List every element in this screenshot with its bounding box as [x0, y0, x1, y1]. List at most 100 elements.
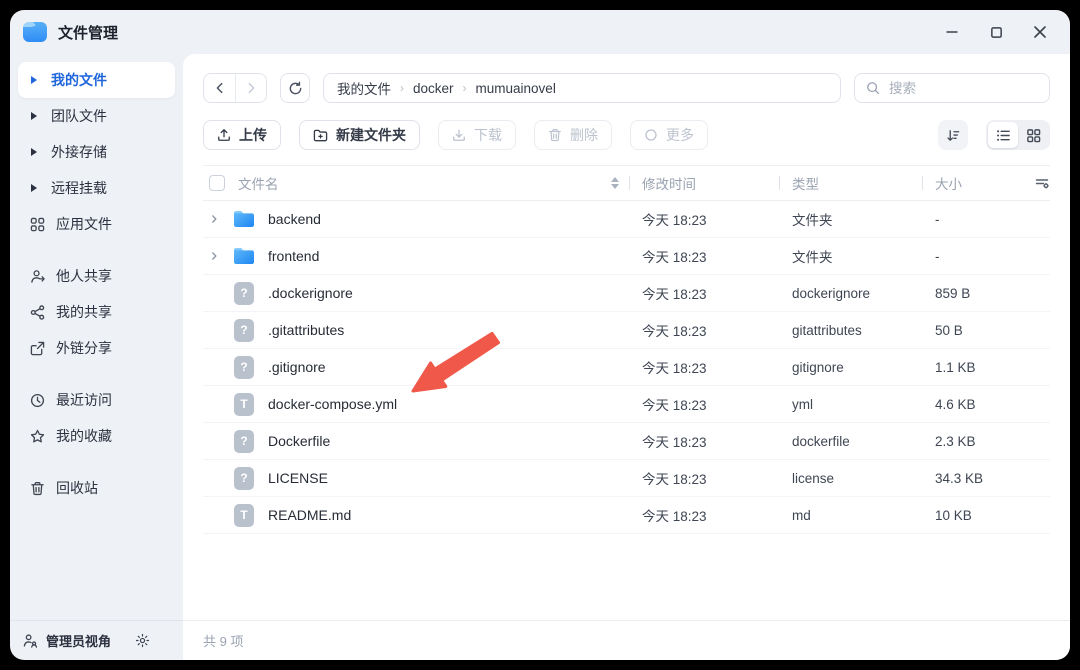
type-cell: 文件夹 [779, 209, 922, 229]
maximize-button[interactable] [988, 24, 1004, 40]
modified-cell: 今天 18:23 [629, 468, 779, 488]
file-name[interactable]: .gitignore [268, 359, 326, 375]
table-row[interactable]: backend 今天 18:23 文件夹 - [203, 201, 1050, 238]
column-settings-icon[interactable] [1034, 175, 1050, 191]
table-row[interactable]: ? Dockerfile 今天 18:23 dockerfile 2.3 KB [203, 423, 1050, 460]
download-button[interactable]: 下载 [438, 120, 516, 150]
delete-button[interactable]: 删除 [534, 120, 612, 150]
sidebar-item-recent[interactable]: 最近访问 [18, 382, 175, 418]
file-name[interactable]: docker-compose.yml [268, 396, 397, 412]
folder-plus-icon [313, 128, 328, 143]
sidebar-item-team-files[interactable]: 团队文件 [18, 98, 175, 134]
share-external-icon [29, 340, 45, 356]
admin-view-label[interactable]: 管理员视角 [46, 631, 111, 650]
size-cell: 2.3 KB [922, 434, 1022, 449]
name-sort-icon[interactable] [611, 177, 619, 189]
caret-right-icon [31, 76, 37, 84]
search-icon [866, 81, 880, 95]
size-cell: - [922, 249, 1022, 264]
grid-view-button[interactable] [1018, 122, 1048, 148]
breadcrumb-level1[interactable]: docker [413, 81, 454, 96]
trash-icon [548, 128, 562, 142]
unknown-file-icon: ? [232, 318, 256, 342]
type-cell: yml [779, 397, 922, 412]
file-name[interactable]: .dockerignore [268, 285, 353, 301]
modified-cell: 今天 18:23 [629, 320, 779, 340]
app-title: 文件管理 [58, 22, 118, 43]
toolbar: 上传 新建文件夹 [183, 103, 1070, 150]
column-header-modified[interactable]: 修改时间 [642, 173, 696, 193]
breadcrumb: 我的文件 › docker › mumuainovel [323, 73, 841, 103]
sidebar-item-external-link-share[interactable]: 外链分享 [18, 330, 175, 366]
size-cell: - [922, 212, 1022, 227]
file-name[interactable]: Dockerfile [268, 433, 330, 449]
sidebar-footer: 管理员视角 [10, 620, 183, 660]
table-row[interactable]: T README.md 今天 18:23 md 10 KB [203, 497, 1050, 534]
list-view-icon [996, 128, 1011, 143]
table-row[interactable]: ? .dockerignore 今天 18:23 dockerignore 85… [203, 275, 1050, 312]
sidebar-item-label: 回收站 [56, 478, 98, 498]
size-cell: 4.6 KB [922, 397, 1022, 412]
window-controls [944, 24, 1048, 40]
table-body: backend 今天 18:23 文件夹 - [203, 201, 1050, 534]
column-header-name[interactable]: 文件名 [238, 173, 279, 193]
star-icon [29, 428, 45, 444]
admin-person-icon [22, 633, 38, 649]
column-header-type[interactable]: 类型 [792, 173, 819, 193]
sidebar-item-shared-by-others[interactable]: 他人共享 [18, 258, 175, 294]
app-window: 文件管理 我的文件 团队文件 [10, 10, 1070, 660]
sidebar-item-app-files[interactable]: 应用文件 [18, 206, 175, 242]
table-row[interactable]: ? LICENSE 今天 18:23 license 34.3 KB [203, 460, 1050, 497]
history-buttons [203, 73, 267, 103]
forward-button[interactable] [235, 74, 266, 102]
refresh-button[interactable] [280, 73, 310, 103]
sidebar-item-label: 我的收藏 [56, 426, 112, 446]
sidebar-item-my-shares[interactable]: 我的共享 [18, 294, 175, 330]
unknown-file-icon: ? [232, 355, 256, 379]
type-cell: dockerignore [779, 286, 922, 301]
breadcrumb-root[interactable]: 我的文件 [337, 78, 391, 98]
search-input[interactable] [887, 80, 1038, 97]
modified-cell: 今天 18:23 [629, 357, 779, 377]
column-header-size[interactable]: 大小 [935, 173, 962, 193]
upload-button[interactable]: 上传 [203, 120, 281, 150]
sidebar-item-external-storage[interactable]: 外接存储 [18, 134, 175, 170]
type-cell: license [779, 471, 922, 486]
unknown-file-icon: ? [232, 466, 256, 490]
sidebar-item-remote-mount[interactable]: 远程挂载 [18, 170, 175, 206]
select-all-checkbox[interactable] [209, 175, 225, 191]
expand-chevron-icon[interactable] [209, 251, 223, 261]
gear-icon[interactable] [135, 633, 150, 648]
sidebar-item-my-files[interactable]: 我的文件 [18, 62, 175, 98]
sidebar-item-favorites[interactable]: 我的收藏 [18, 418, 175, 454]
grid-icon [29, 216, 45, 232]
table-row[interactable]: ? .gitattributes 今天 18:23 gitattributes … [203, 312, 1050, 349]
sidebar-item-label: 我的共享 [56, 302, 112, 322]
sidebar-item-label: 他人共享 [56, 266, 112, 286]
more-button[interactable]: 更多 [630, 120, 708, 150]
sidebar-item-recycle-bin[interactable]: 回收站 [18, 470, 175, 506]
sidebar-item-label: 我的文件 [51, 70, 107, 90]
expand-chevron-icon[interactable] [209, 214, 223, 224]
file-name[interactable]: backend [268, 211, 321, 227]
folder-icon [232, 244, 256, 268]
new-folder-button[interactable]: 新建文件夹 [299, 120, 420, 150]
minimize-button[interactable] [944, 24, 960, 40]
breadcrumb-level2[interactable]: mumuainovel [476, 81, 556, 96]
table-row[interactable]: T docker-compose.yml 今天 18:23 yml 4.6 KB [203, 386, 1050, 423]
table-row[interactable]: ? .gitignore 今天 18:23 gitignore 1.1 KB [203, 349, 1050, 386]
list-view-button[interactable] [988, 122, 1018, 148]
status-bar: 共 9 项 [183, 620, 1070, 660]
sidebar-nav: 我的文件 团队文件 外接存储 远程挂载 [10, 54, 183, 620]
search-box [854, 73, 1050, 103]
back-button[interactable] [204, 74, 235, 102]
close-button[interactable] [1032, 24, 1048, 40]
sort-order-button[interactable] [938, 120, 968, 150]
file-name[interactable]: frontend [268, 248, 319, 264]
file-name[interactable]: README.md [268, 507, 351, 523]
table-row[interactable]: frontend 今天 18:23 文件夹 - [203, 238, 1050, 275]
file-name[interactable]: LICENSE [268, 470, 328, 486]
modified-cell: 今天 18:23 [629, 209, 779, 229]
file-name[interactable]: .gitattributes [268, 322, 344, 338]
modified-cell: 今天 18:23 [629, 283, 779, 303]
